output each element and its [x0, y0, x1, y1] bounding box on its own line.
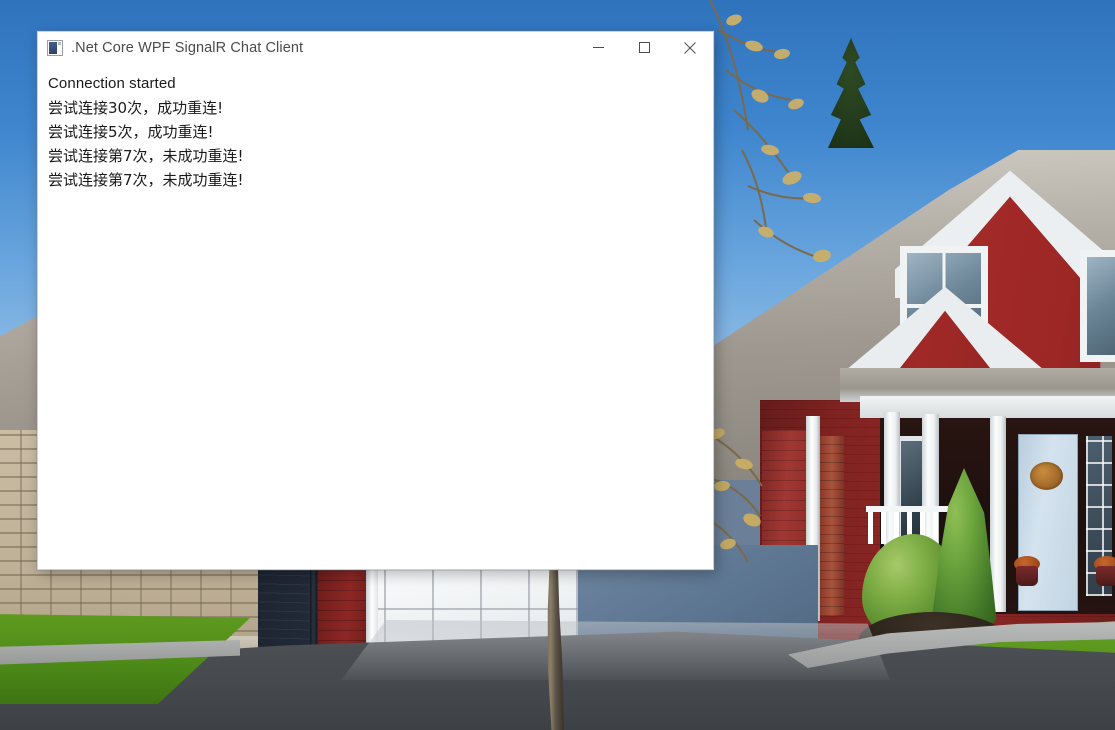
maximize-button[interactable]: [621, 32, 667, 63]
flower-pot-right: [1096, 566, 1115, 586]
close-button[interactable]: [667, 32, 713, 63]
gable-window-right: [1080, 250, 1115, 362]
window-controls: [575, 32, 713, 63]
window-titlebar[interactable]: .Net Core WPF SignalR Chat Client: [38, 32, 713, 64]
screen: .Net Core WPF SignalR Chat Client Connec…: [0, 0, 1115, 730]
window-title: .Net Core WPF SignalR Chat Client: [71, 39, 304, 56]
autumn-tree-branches: [709, 0, 831, 263]
log-line: 尝试连接第7次，未成功重连!: [48, 171, 244, 189]
log-line: 尝试连接5次，成功重连!: [48, 123, 214, 141]
maximize-icon: [638, 42, 650, 53]
chat-log-area[interactable]: Connection started 尝试连接30次，成功重连! 尝试连接5次，…: [38, 63, 713, 569]
autumn-tree-branches-lower: [700, 428, 763, 563]
log-line: 尝试连接第7次，未成功重连!: [48, 147, 244, 165]
minimize-icon: [592, 47, 604, 48]
door-wreath: [1030, 462, 1063, 490]
driveway-highlight: [341, 620, 890, 680]
flower-pot-left: [1016, 566, 1038, 586]
app-window[interactable]: .Net Core WPF SignalR Chat Client Connec…: [37, 31, 714, 570]
app-window-icon: [47, 39, 63, 56]
close-icon: [684, 41, 696, 54]
log-line: 尝试连接30次，成功重连!: [48, 99, 224, 117]
log-line: Connection started: [48, 75, 176, 92]
minimize-button[interactable]: [575, 32, 621, 63]
